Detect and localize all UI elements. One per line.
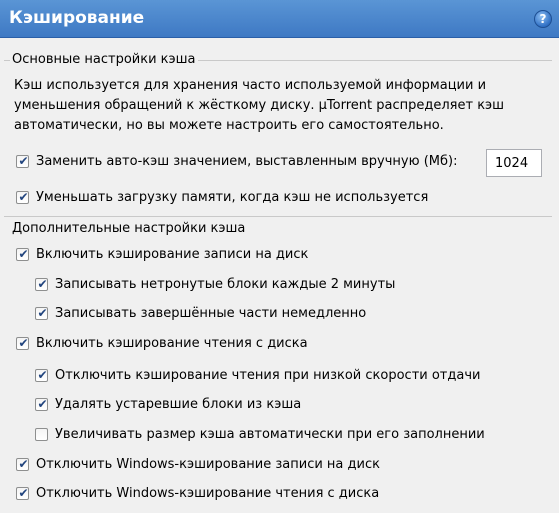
checkbox-box[interactable]: ✔ [16,247,29,261]
checkbox-box[interactable]: ✔ [16,336,29,350]
checkbox-box[interactable]: ✔ [35,306,48,320]
check-icon: ✔ [37,277,48,291]
check-icon: ✔ [18,486,29,500]
write-untouched-label: Записывать нетронутые блоки каждые 2 мин… [55,277,396,292]
disable-windows-read-cache-label: Отключить Windows-кэширование чтения с д… [36,486,380,501]
check-icon: ✔ [37,397,48,411]
check-icon: ✔ [18,336,29,350]
enable-read-cache-label: Включить кэширование чтения с диска [36,336,308,351]
checkbox-box[interactable] [35,428,48,441]
remove-old-blocks-label: Удалять устаревшие блоки из кэша [55,397,302,412]
check-icon: ✔ [37,306,48,320]
checkbox-box[interactable]: ✔ [35,277,48,291]
checkbox-box[interactable]: ✔ [16,154,29,168]
check-icon: ✔ [18,154,29,168]
panel-title: Кэширование [9,8,145,28]
cache-description: Кэш используется для хранения часто испо… [14,78,505,133]
write-finished-label: Записывать завершённые части немедленно [55,306,367,321]
checkbox-box[interactable]: ✔ [16,190,29,204]
auto-increase-label: Увеличивать размер кэша автоматически пр… [55,427,485,442]
checkbox-box[interactable]: ✔ [16,457,29,471]
override-auto-cache-label: Заменить авто-кэш значением, выставленны… [36,154,458,169]
checkbox-box[interactable]: ✔ [35,368,48,382]
advanced-settings-legend: Дополнительные настройки кэша [10,221,248,237]
check-icon: ✔ [18,457,29,471]
enable-write-cache-label: Включить кэширование записи на диск [36,247,309,262]
disable-read-low-speed-label: Отключить кэширование чтения при низкой … [55,368,481,383]
check-icon: ✔ [37,368,48,382]
check-icon: ✔ [18,190,29,204]
cache-size-input[interactable] [486,149,542,177]
panel-header: Кэширование ? [0,0,559,38]
reduce-memory-label: Уменьшать загрузку памяти, когда кэш не … [36,190,429,205]
basic-settings-legend: Основные настройки кэша [10,52,198,68]
checkbox-box[interactable]: ✔ [35,397,48,411]
checkbox-box[interactable]: ✔ [16,486,29,500]
help-icon[interactable]: ? [534,10,552,28]
disable-windows-write-cache-label: Отключить Windows-кэширование записи на … [36,457,380,472]
check-icon: ✔ [18,247,29,261]
